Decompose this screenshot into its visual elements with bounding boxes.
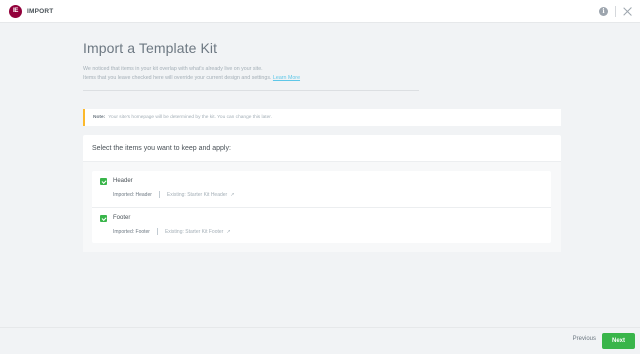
header-checkbox[interactable]	[100, 178, 107, 185]
close-icon[interactable]	[623, 7, 632, 16]
description-line-2: Items that you leave checked here will o…	[83, 75, 272, 81]
notice-text: Your site's homepage will be determined …	[108, 115, 272, 120]
imported-label: Imported: Footer	[113, 228, 150, 235]
existing-label: Existing: Starter Kit Header	[166, 191, 228, 198]
page-header-title: IMPORT	[27, 7, 54, 15]
external-link-icon[interactable]: ↗	[230, 192, 234, 198]
intro-section: Import a Template Kit We noticed that it…	[83, 40, 561, 91]
info-icon[interactable]: i	[599, 7, 608, 16]
kit-items-card: Select the items you want to keep and ap…	[83, 135, 561, 252]
wizard-footer: Previous Next	[0, 327, 640, 354]
meta-divider	[158, 191, 160, 198]
kit-items-list: Header Imported: Header Existing: Starte…	[92, 171, 551, 243]
previous-button[interactable]: Previous	[573, 336, 596, 342]
card-body: Header Imported: Header Existing: Starte…	[83, 162, 561, 252]
learn-more-link[interactable]: Learn More	[273, 75, 300, 81]
external-link-icon[interactable]: ↗	[226, 229, 230, 235]
description-line-1: We noticed that items in your kit overla…	[83, 66, 263, 72]
page-title: Import a Template Kit	[83, 40, 218, 56]
elementor-logo-icon: IE	[9, 4, 22, 18]
item-meta: Imported: Header Existing: Starter Kit H…	[113, 191, 234, 198]
top-bar: IE IMPORT i	[0, 0, 640, 23]
list-item-footer: Footer Imported: Footer Existing: Starte…	[92, 207, 551, 243]
item-name: Footer	[113, 215, 131, 221]
notice-label: Note:	[93, 115, 106, 120]
homepage-notice: Note: Your site's homepage will be deter…	[83, 109, 561, 126]
item-meta: Imported: Footer Existing: Starter Kit F…	[113, 228, 231, 235]
item-name: Header	[113, 178, 133, 184]
intro-description: We noticed that items in your kit overla…	[83, 65, 561, 83]
list-item-header: Header Imported: Header Existing: Starte…	[92, 171, 551, 207]
header-divider	[615, 6, 616, 17]
next-button[interactable]: Next	[602, 333, 635, 349]
imported-label: Imported: Header	[113, 191, 152, 198]
header-actions: i	[599, 0, 632, 23]
section-divider	[83, 90, 419, 91]
card-heading: Select the items you want to keep and ap…	[83, 135, 561, 162]
existing-label: Existing: Starter Kit Footer	[164, 228, 224, 235]
footer-checkbox[interactable]	[100, 215, 107, 222]
meta-divider	[156, 228, 158, 235]
